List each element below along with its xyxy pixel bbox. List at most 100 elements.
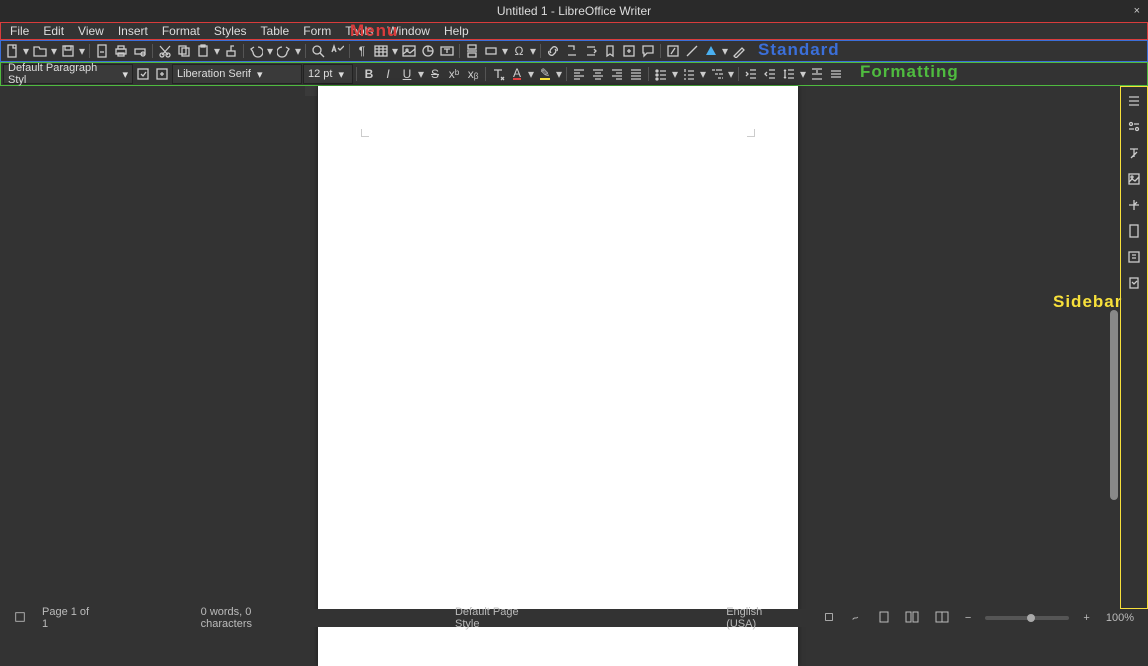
insert-endnote-icon[interactable] — [582, 42, 600, 60]
insert-cross-ref-icon[interactable] — [620, 42, 638, 60]
track-changes-icon[interactable] — [664, 42, 682, 60]
menu-form[interactable]: Form — [296, 23, 338, 39]
redo-icon[interactable] — [275, 42, 293, 60]
insert-field-dropdown-icon[interactable]: ▾ — [501, 42, 509, 60]
zoom-percent[interactable]: 100% — [1098, 612, 1142, 624]
status-view-single-icon[interactable] — [871, 611, 897, 626]
menu-styles[interactable]: Styles — [207, 23, 254, 39]
menu-file[interactable]: File — [3, 23, 36, 39]
font-color-dropdown-icon[interactable]: ▾ — [527, 65, 535, 83]
insert-pagebreak-icon[interactable] — [463, 42, 481, 60]
sidebar-manage-changes-icon[interactable] — [1124, 273, 1144, 293]
insert-bookmark-icon[interactable] — [601, 42, 619, 60]
save-icon[interactable] — [59, 42, 77, 60]
open-dropdown-icon[interactable]: ▾ — [50, 42, 58, 60]
insert-image-icon[interactable] — [400, 42, 418, 60]
zoom-slider[interactable] — [985, 616, 1069, 620]
menu-table[interactable]: Table — [254, 23, 297, 39]
zoom-plus-button[interactable]: + — [1075, 612, 1097, 624]
zoom-slider-thumb[interactable] — [1027, 614, 1035, 622]
insert-table-dropdown-icon[interactable]: ▾ — [391, 42, 399, 60]
vertical-scrollbar[interactable] — [1110, 310, 1118, 500]
align-justify-icon[interactable] — [627, 65, 645, 83]
superscript-button[interactable]: xᵇ — [445, 65, 463, 83]
increase-para-spacing-icon[interactable] — [808, 65, 826, 83]
status-words[interactable]: 0 words, 0 characters — [193, 606, 307, 630]
status-selmode-icon[interactable] — [815, 611, 843, 626]
cut-icon[interactable] — [156, 42, 174, 60]
bold-button[interactable]: B — [360, 65, 378, 83]
align-right-icon[interactable] — [608, 65, 626, 83]
spellcheck-icon[interactable] — [328, 42, 346, 60]
underline-dropdown-icon[interactable]: ▾ — [417, 65, 425, 83]
sidebar-style-inspector-icon[interactable] — [1124, 247, 1144, 267]
menu-format[interactable]: Format — [155, 23, 207, 39]
sidebar-page-icon[interactable] — [1124, 221, 1144, 241]
clear-formatting-button[interactable] — [489, 65, 507, 83]
numbered-list-icon[interactable] — [680, 65, 698, 83]
insert-special-icon[interactable]: Ω — [510, 42, 528, 60]
insert-textbox-icon[interactable] — [438, 42, 456, 60]
insert-field-icon[interactable] — [482, 42, 500, 60]
menu-view[interactable]: View — [71, 23, 111, 39]
status-page[interactable]: Page 1 of 1 — [34, 606, 103, 630]
print-preview-icon[interactable] — [131, 42, 149, 60]
save-dropdown-icon[interactable]: ▾ — [78, 42, 86, 60]
sidebar-styles-icon[interactable] — [1124, 143, 1144, 163]
increase-indent-icon[interactable] — [742, 65, 760, 83]
sidebar-properties-icon[interactable] — [1124, 117, 1144, 137]
bulleted-list-icon[interactable] — [652, 65, 670, 83]
status-view-book-icon[interactable] — [927, 611, 957, 626]
insert-comment-icon[interactable] — [639, 42, 657, 60]
italic-button[interactable]: I — [379, 65, 397, 83]
subscript-button[interactable]: xᵦ — [464, 65, 482, 83]
new-icon[interactable] — [3, 42, 21, 60]
menu-tools[interactable]: Tools — [338, 23, 380, 39]
sidebar-gallery-icon[interactable] — [1124, 169, 1144, 189]
menu-insert[interactable]: Insert — [111, 23, 155, 39]
status-language[interactable]: English (USA) — [718, 606, 799, 630]
menu-window[interactable]: Window — [380, 23, 437, 39]
highlight-button[interactable]: ✎ — [536, 65, 554, 83]
menu-help[interactable]: Help — [437, 23, 476, 39]
new-style-icon[interactable] — [153, 65, 171, 83]
insert-special-dropdown-icon[interactable]: ▾ — [529, 42, 537, 60]
insert-chart-icon[interactable] — [419, 42, 437, 60]
paste-dropdown-icon[interactable]: ▾ — [213, 42, 221, 60]
new-dropdown-icon[interactable]: ▾ — [22, 42, 30, 60]
font-color-button[interactable]: A — [508, 65, 526, 83]
outline-list-dropdown-icon[interactable]: ▾ — [727, 65, 735, 83]
find-icon[interactable] — [309, 42, 327, 60]
paragraph-style-combo[interactable]: Default Paragraph Styl ▾ — [3, 64, 133, 84]
decrease-indent-icon[interactable] — [761, 65, 779, 83]
formatting-marks-icon[interactable]: ¶ — [353, 42, 371, 60]
document-page[interactable] — [318, 86, 798, 666]
export-pdf-icon[interactable] — [93, 42, 111, 60]
insert-footnote-icon[interactable] — [563, 42, 581, 60]
align-center-icon[interactable] — [589, 65, 607, 83]
menu-edit[interactable]: Edit — [36, 23, 71, 39]
redo-dropdown-icon[interactable]: ▾ — [294, 42, 302, 60]
undo-dropdown-icon[interactable]: ▾ — [266, 42, 274, 60]
close-icon[interactable]: × — [1134, 5, 1140, 17]
highlight-dropdown-icon[interactable]: ▾ — [555, 65, 563, 83]
sidebar-navigator-icon[interactable] — [1124, 195, 1144, 215]
basic-shapes-dropdown-icon[interactable]: ▾ — [721, 42, 729, 60]
clone-formatting-icon[interactable] — [222, 42, 240, 60]
show-draw-icon[interactable] — [730, 42, 748, 60]
status-view-multi-icon[interactable] — [897, 611, 927, 626]
bulleted-list-dropdown-icon[interactable]: ▾ — [671, 65, 679, 83]
underline-button[interactable]: U — [398, 65, 416, 83]
sidebar-settings-icon[interactable] — [1124, 91, 1144, 111]
status-signature-icon[interactable] — [843, 611, 871, 626]
status-page-style[interactable]: Default Page Style — [447, 606, 548, 630]
insert-table-icon[interactable] — [372, 42, 390, 60]
status-save-icon[interactable] — [6, 611, 34, 626]
zoom-minus-button[interactable]: − — [957, 612, 979, 624]
update-style-icon[interactable] — [134, 65, 152, 83]
decrease-para-spacing-icon[interactable] — [827, 65, 845, 83]
undo-icon[interactable] — [247, 42, 265, 60]
copy-icon[interactable] — [175, 42, 193, 60]
font-size-combo[interactable]: 12 pt ▾ — [303, 64, 353, 84]
insert-line-icon[interactable] — [683, 42, 701, 60]
